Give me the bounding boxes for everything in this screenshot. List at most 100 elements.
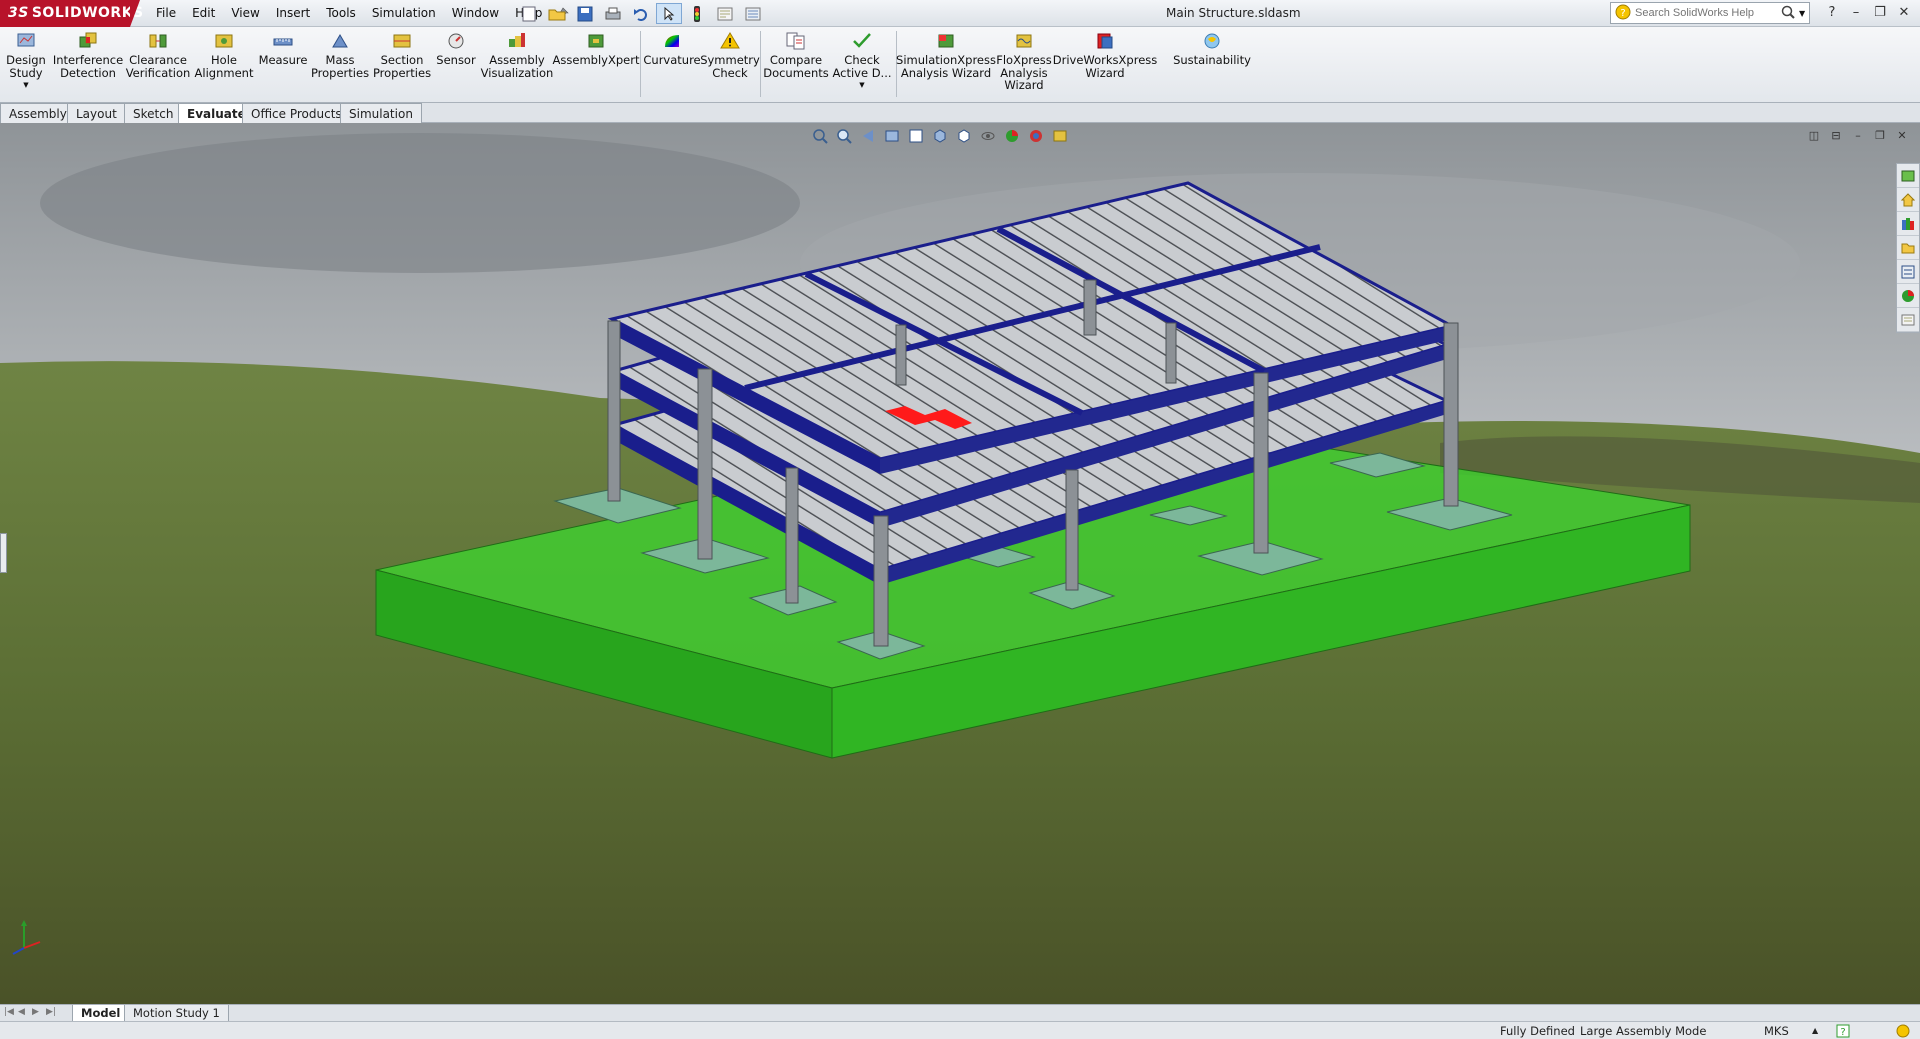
- unit-system[interactable]: MKS: [1764, 1024, 1789, 1038]
- measure-button[interactable]: Measure: [258, 31, 308, 67]
- undo-icon[interactable]: [628, 3, 654, 24]
- tab-model[interactable]: Model: [72, 1005, 130, 1022]
- zoom-to-area-icon[interactable]: [834, 127, 854, 145]
- split-vertical-icon[interactable]: ◫: [1806, 127, 1822, 143]
- menu-edit[interactable]: Edit: [184, 0, 223, 27]
- new-document-icon[interactable]: [516, 3, 542, 24]
- previous-view-icon[interactable]: [858, 127, 878, 145]
- solidworks-logo[interactable]: 3S SOLIDWORKS: [0, 0, 143, 27]
- solidworks-resources-icon[interactable]: [1897, 164, 1919, 188]
- tab-motion-study-1[interactable]: Motion Study 1: [124, 1005, 229, 1022]
- ds-logo-mark: 3S: [8, 5, 29, 21]
- quick-tips-icon[interactable]: ?: [1836, 1024, 1850, 1039]
- status-bar: Fully Defined Large Assembly Mode MKS ▲ …: [0, 1021, 1920, 1039]
- view-orientation-icon[interactable]: [930, 127, 950, 145]
- task-pane-tabs: [1896, 163, 1920, 333]
- unit-menu-arrow-icon[interactable]: ▲: [1812, 1026, 1818, 1035]
- edit-appearance-icon[interactable]: [1002, 127, 1022, 145]
- hide-show-items-icon[interactable]: [978, 127, 998, 145]
- custom-properties-icon[interactable]: [1897, 308, 1919, 332]
- assembly-visualization-button[interactable]: Assembly Visualization: [480, 31, 554, 79]
- mass-properties-button[interactable]: Mass Properties: [311, 31, 369, 79]
- sensor-button[interactable]: Sensor: [436, 31, 476, 67]
- graphics-area[interactable]: ◫ ⊟ – ❐ ✕: [0, 123, 1920, 1004]
- viewport-close-icon[interactable]: ✕: [1894, 127, 1910, 143]
- open-folder-icon[interactable]: [544, 3, 570, 24]
- display-style-icon[interactable]: [954, 127, 974, 145]
- sustainability-icon: [1204, 33, 1220, 49]
- design-study-button[interactable]: Design Study ▼: [6, 31, 46, 92]
- menu-insert[interactable]: Insert: [268, 0, 318, 27]
- symmetry-check-button[interactable]: Symmetry Check: [700, 31, 760, 79]
- sustainability-button[interactable]: Sustainability: [1170, 31, 1254, 67]
- search-dropdown-icon[interactable]: ▼: [1799, 9, 1805, 18]
- apply-scene-icon[interactable]: [1026, 127, 1046, 145]
- select-arrow-icon[interactable]: [656, 3, 682, 24]
- viewport-minimize-icon[interactable]: –: [1850, 127, 1866, 143]
- home-icon[interactable]: [1897, 188, 1919, 212]
- help-menu-icon[interactable]: ?: [1822, 2, 1842, 22]
- section-properties-button[interactable]: Section Properties: [372, 31, 432, 79]
- print-icon[interactable]: [600, 3, 626, 24]
- floxpress-button[interactable]: FloXpress Analysis Wizard: [994, 31, 1054, 92]
- close-icon[interactable]: ✕: [1894, 2, 1914, 22]
- curvature-icon: [665, 35, 679, 47]
- split-horizontal-icon[interactable]: ⊟: [1828, 127, 1844, 143]
- rebuild-status-icon[interactable]: [1896, 1024, 1910, 1039]
- options-icon[interactable]: [740, 3, 766, 24]
- appearances-scenes-icon[interactable]: [1897, 284, 1919, 308]
- menu-view[interactable]: View: [223, 0, 267, 27]
- menu-file[interactable]: File: [148, 0, 184, 27]
- compare-documents-button[interactable]: Compare Documents: [763, 31, 829, 79]
- document-title: Main Structure.sldasm: [1166, 6, 1301, 20]
- restore-icon[interactable]: ❐: [1870, 2, 1890, 22]
- feature-manager-expand-handle[interactable]: [0, 533, 7, 573]
- check-active-document-button[interactable]: Check Active D... ▼: [832, 31, 892, 92]
- quick-access-toolbar: [516, 3, 766, 24]
- tab-assembly[interactable]: Assembly: [0, 103, 76, 123]
- tab-simulation[interactable]: Simulation: [340, 103, 422, 123]
- first-tab-icon[interactable]: |◀: [4, 1007, 16, 1019]
- menu-tools[interactable]: Tools: [318, 0, 364, 27]
- dynamic-annotation-icon[interactable]: [906, 127, 926, 145]
- previous-tab-icon[interactable]: ◀: [18, 1007, 30, 1019]
- command-manager-tabs: Assembly Layout Sketch Evaluate Office P…: [0, 103, 1920, 124]
- heads-up-view-toolbar: [810, 127, 1070, 145]
- view-settings-icon[interactable]: [1050, 127, 1070, 145]
- viewport-restore-icon[interactable]: ❐: [1872, 127, 1888, 143]
- design-library-icon[interactable]: [1897, 212, 1919, 236]
- clearance-verification-button[interactable]: Clearance Verification: [126, 31, 190, 79]
- section-view-icon[interactable]: [882, 127, 902, 145]
- hole-alignment-button[interactable]: Hole Alignment: [194, 31, 254, 79]
- tab-layout[interactable]: Layout: [67, 103, 126, 123]
- rebuild-traffic-light-icon[interactable]: [684, 3, 710, 24]
- menu-window[interactable]: Window: [444, 0, 507, 27]
- assemblyxpert-icon: [588, 34, 604, 48]
- assemblyxpert-button[interactable]: AssemblyXpert: [553, 31, 639, 67]
- zoom-to-fit-icon[interactable]: [810, 127, 830, 145]
- next-tab-icon[interactable]: ▶: [32, 1007, 44, 1019]
- hole-alignment-icon: [215, 34, 233, 48]
- file-explorer-icon[interactable]: [1897, 236, 1919, 260]
- measure-icon: [273, 38, 293, 46]
- file-properties-icon[interactable]: [712, 3, 738, 24]
- curvature-button[interactable]: Curvature: [643, 31, 701, 67]
- tab-sketch[interactable]: Sketch: [124, 103, 183, 123]
- menu-simulation[interactable]: Simulation: [364, 0, 444, 27]
- search-icon[interactable]: [1781, 5, 1795, 22]
- design-study-icon: [17, 33, 35, 47]
- minimize-icon[interactable]: –: [1846, 2, 1866, 22]
- interference-detection-button[interactable]: Interference Detection: [53, 31, 123, 79]
- reference-triad: [12, 920, 41, 955]
- tab-office-products[interactable]: Office Products: [242, 103, 351, 123]
- help-search-input[interactable]: [1631, 7, 1781, 19]
- help-search-box[interactable]: ? ▼: [1610, 2, 1810, 24]
- save-icon[interactable]: [572, 3, 598, 24]
- brand-name: SOLIDWORKS: [31, 5, 144, 21]
- floxpress-icon: [1016, 34, 1032, 48]
- simulationxpress-button[interactable]: SimulationXpress Analysis Wizard: [896, 31, 996, 79]
- driveworksxpress-icon: [1097, 33, 1113, 49]
- view-palette-icon[interactable]: [1897, 260, 1919, 284]
- last-tab-icon[interactable]: ▶|: [46, 1007, 58, 1019]
- driveworksxpress-button[interactable]: DriveWorksXpress Wizard: [1053, 31, 1157, 79]
